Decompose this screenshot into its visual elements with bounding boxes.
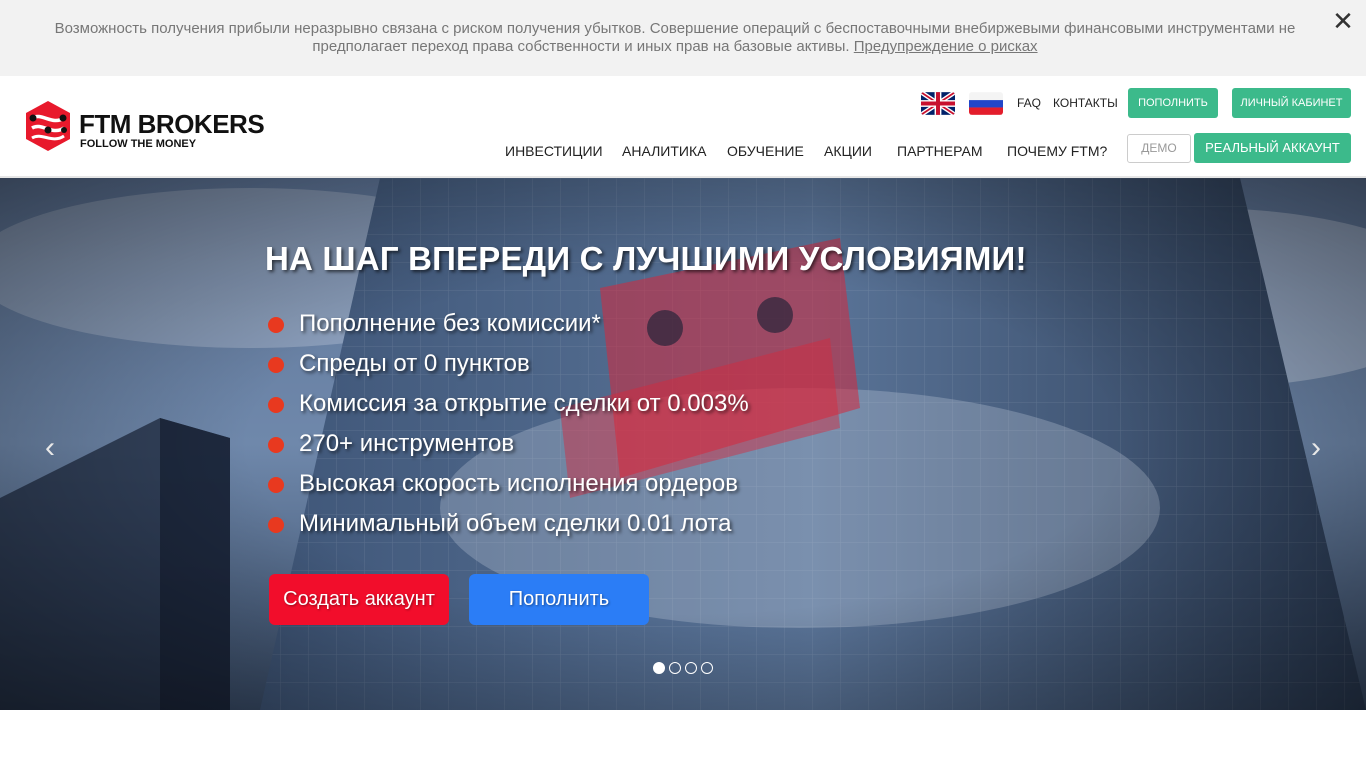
logo-subtitle: FOLLOW THE MONEY: [80, 138, 197, 150]
feature-text: 270+ инструментов: [299, 430, 515, 457]
bullet-icon: [268, 397, 284, 413]
hero-deposit-button[interactable]: Пополнить: [469, 574, 649, 625]
hero-title: НА ШАГ ВПЕРЕДИ С ЛУЧШИМИ УСЛОВИЯМИ!: [265, 240, 1027, 277]
bullet-icon: [268, 517, 284, 533]
risk-warning-link[interactable]: Предупреждение о рисках: [854, 38, 1038, 55]
bullet-icon: [268, 317, 284, 333]
slider-dot-4[interactable]: [701, 662, 713, 674]
create-account-button[interactable]: Создать аккаунт: [269, 574, 449, 625]
nav-investments[interactable]: ИНВЕСТИЦИИ: [505, 143, 603, 159]
personal-cabinet-button[interactable]: ЛИЧНЫЙ КАБИНЕТ: [1232, 88, 1351, 118]
hero-slider: НА ШАГ ВПЕРЕДИ С ЛУЧШИМИ УСЛОВИЯМИ! Попо…: [0, 178, 1366, 710]
bullet-icon: [268, 437, 284, 453]
chevron-right-icon[interactable]: ›: [1301, 428, 1331, 468]
russia-flag-icon[interactable]: [969, 92, 1003, 115]
ftm-logo-icon: [26, 101, 70, 151]
list-item: Спреды от 0 пунктов: [268, 348, 968, 388]
risk-warning-message: Возможность получения прибыли неразрывно…: [54, 20, 1296, 55]
feature-text: Высокая скорость исполнения ордеров: [299, 470, 738, 497]
risk-warning-text: Возможность получения прибыли неразрывно…: [40, 20, 1310, 56]
list-item: Пополнение без комиссии*: [268, 308, 968, 348]
slider-dot-1[interactable]: [653, 662, 665, 674]
contacts-link[interactable]: КОНТАКТЫ: [1053, 96, 1118, 110]
list-item: Минимальный объем сделки 0.01 лота: [268, 508, 968, 548]
demo-button[interactable]: ДЕМО: [1127, 134, 1191, 163]
feature-list: Пополнение без комиссии* Спреды от 0 пун…: [268, 308, 968, 548]
nav-education[interactable]: ОБУЧЕНИЕ: [727, 143, 804, 159]
list-item: Высокая скорость исполнения ордеров: [268, 468, 968, 508]
nav-partners[interactable]: ПАРТНЕРАМ: [897, 143, 983, 159]
logo[interactable]: FTM BROKERS FOLLOW THE MONEY: [24, 100, 265, 152]
uk-flag-icon[interactable]: [921, 92, 955, 115]
list-item: Комиссия за открытие сделки от 0.003%: [268, 388, 968, 428]
real-account-button[interactable]: РЕАЛЬНЫЙ АККАУНТ: [1194, 133, 1351, 163]
chevron-left-icon[interactable]: ‹: [35, 428, 65, 468]
faq-link[interactable]: FAQ: [1017, 96, 1041, 110]
bullet-icon: [268, 357, 284, 373]
slider-dot-3[interactable]: [685, 662, 697, 674]
close-icon[interactable]: ✕: [1330, 8, 1356, 34]
list-item: 270+ инструментов: [268, 428, 968, 468]
bullet-icon: [268, 477, 284, 493]
nav-why-ftm[interactable]: ПОЧЕМУ FTM?: [1007, 143, 1107, 159]
header-deposit-button[interactable]: ПОПОЛНИТЬ: [1128, 88, 1218, 118]
nav-promotions[interactable]: АКЦИИ: [824, 143, 872, 159]
feature-text: Спреды от 0 пунктов: [299, 350, 530, 377]
feature-text: Пополнение без комиссии*: [299, 310, 601, 337]
risk-warning-banner: Возможность получения прибыли неразрывно…: [0, 0, 1366, 76]
nav-analytics[interactable]: АНАЛИТИКА: [622, 143, 706, 159]
slider-dot-2[interactable]: [669, 662, 681, 674]
site-header: FTM BROKERS FOLLOW THE MONEY FAQ КОНТАКТ…: [0, 76, 1366, 178]
logo-title: FTM BROKERS: [79, 109, 265, 139]
feature-text: Минимальный объем сделки 0.01 лота: [299, 510, 732, 537]
slider-pagination: [652, 662, 716, 676]
feature-text: Комиссия за открытие сделки от 0.003%: [299, 390, 749, 417]
